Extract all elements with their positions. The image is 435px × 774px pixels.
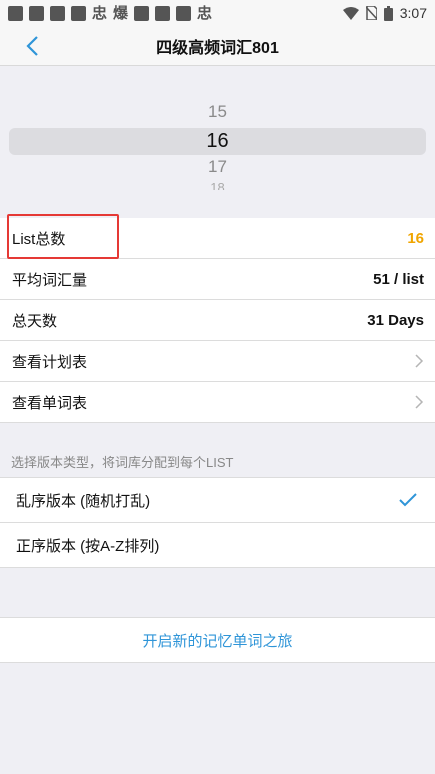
notification-icon [8, 5, 23, 21]
version-option-label: 乱序版本 (随机打乱) [16, 492, 151, 510]
chevron-right-icon [415, 354, 424, 368]
view-plan-label: 查看计划表 [12, 353, 88, 371]
settings-list: List总数 16 平均词汇量 51 / list 总天数 31 Days 查看… [0, 214, 435, 423]
checkmark-icon [399, 493, 417, 507]
clock: 3:07 [399, 5, 427, 21]
wifi-icon [342, 6, 359, 20]
view-wordlist-row[interactable]: 查看单词表 [0, 382, 435, 423]
no-sim-icon [365, 6, 377, 20]
picker-option[interactable]: 18 [0, 180, 435, 190]
view-plan-row[interactable]: 查看计划表 [0, 341, 435, 382]
version-option-shuffled[interactable]: 乱序版本 (随机打乱) [0, 478, 435, 523]
chevron-left-icon [26, 36, 38, 56]
nav-bar: 四级高频词汇801 [0, 26, 435, 66]
view-wordlist-label: 查看单词表 [12, 394, 88, 412]
notification-icon [134, 5, 150, 21]
total-days-value: 31 Days [367, 311, 424, 329]
highlight-box [7, 214, 119, 259]
notification-icon [176, 5, 192, 21]
notification-glyph: 忠 [92, 4, 108, 22]
picker-option-selected[interactable]: 16 [0, 128, 435, 155]
notification-glyph: 爆 [113, 4, 129, 22]
status-bar: 忠 爆 忠 3:07 [0, 0, 435, 26]
notification-icon [29, 5, 44, 21]
back-button[interactable] [18, 32, 46, 60]
avg-vocab-row: 平均词汇量 51 / list [0, 259, 435, 300]
battery-icon [383, 5, 393, 21]
list-total-row: List总数 16 [0, 214, 435, 259]
start-journey-button[interactable]: 开启新的记忆单词之旅 [0, 617, 435, 663]
list-total-value: 16 [407, 229, 424, 247]
page-title: 四级高频词汇801 [156, 39, 279, 57]
list-count-picker[interactable]: 15 16 17 18 [0, 66, 435, 218]
notification-glyph: 忠 [197, 4, 213, 22]
version-option-alphabetical[interactable]: 正序版本 (按A-Z排列) [0, 523, 435, 568]
notification-icon [71, 5, 86, 21]
version-section-header: 选择版本类型，将词库分配到每个LIST [11, 455, 234, 470]
avg-vocab-label: 平均词汇量 [12, 271, 88, 289]
picker-option[interactable]: 17 [0, 157, 435, 177]
picker-option[interactable]: 15 [0, 102, 435, 122]
avg-vocab-value: 51 / list [373, 270, 424, 288]
total-days-label: 总天数 [12, 312, 58, 330]
notification-icons: 忠 爆 忠 [8, 4, 213, 22]
start-journey-label: 开启新的记忆单词之旅 [142, 632, 293, 650]
notification-icon [155, 5, 171, 21]
version-option-label: 正序版本 (按A-Z排列) [16, 537, 160, 555]
chevron-right-icon [415, 395, 424, 409]
version-options: 乱序版本 (随机打乱) 正序版本 (按A-Z排列) [0, 477, 435, 568]
notification-icon [50, 5, 65, 21]
total-days-row: 总天数 31 Days [0, 300, 435, 341]
